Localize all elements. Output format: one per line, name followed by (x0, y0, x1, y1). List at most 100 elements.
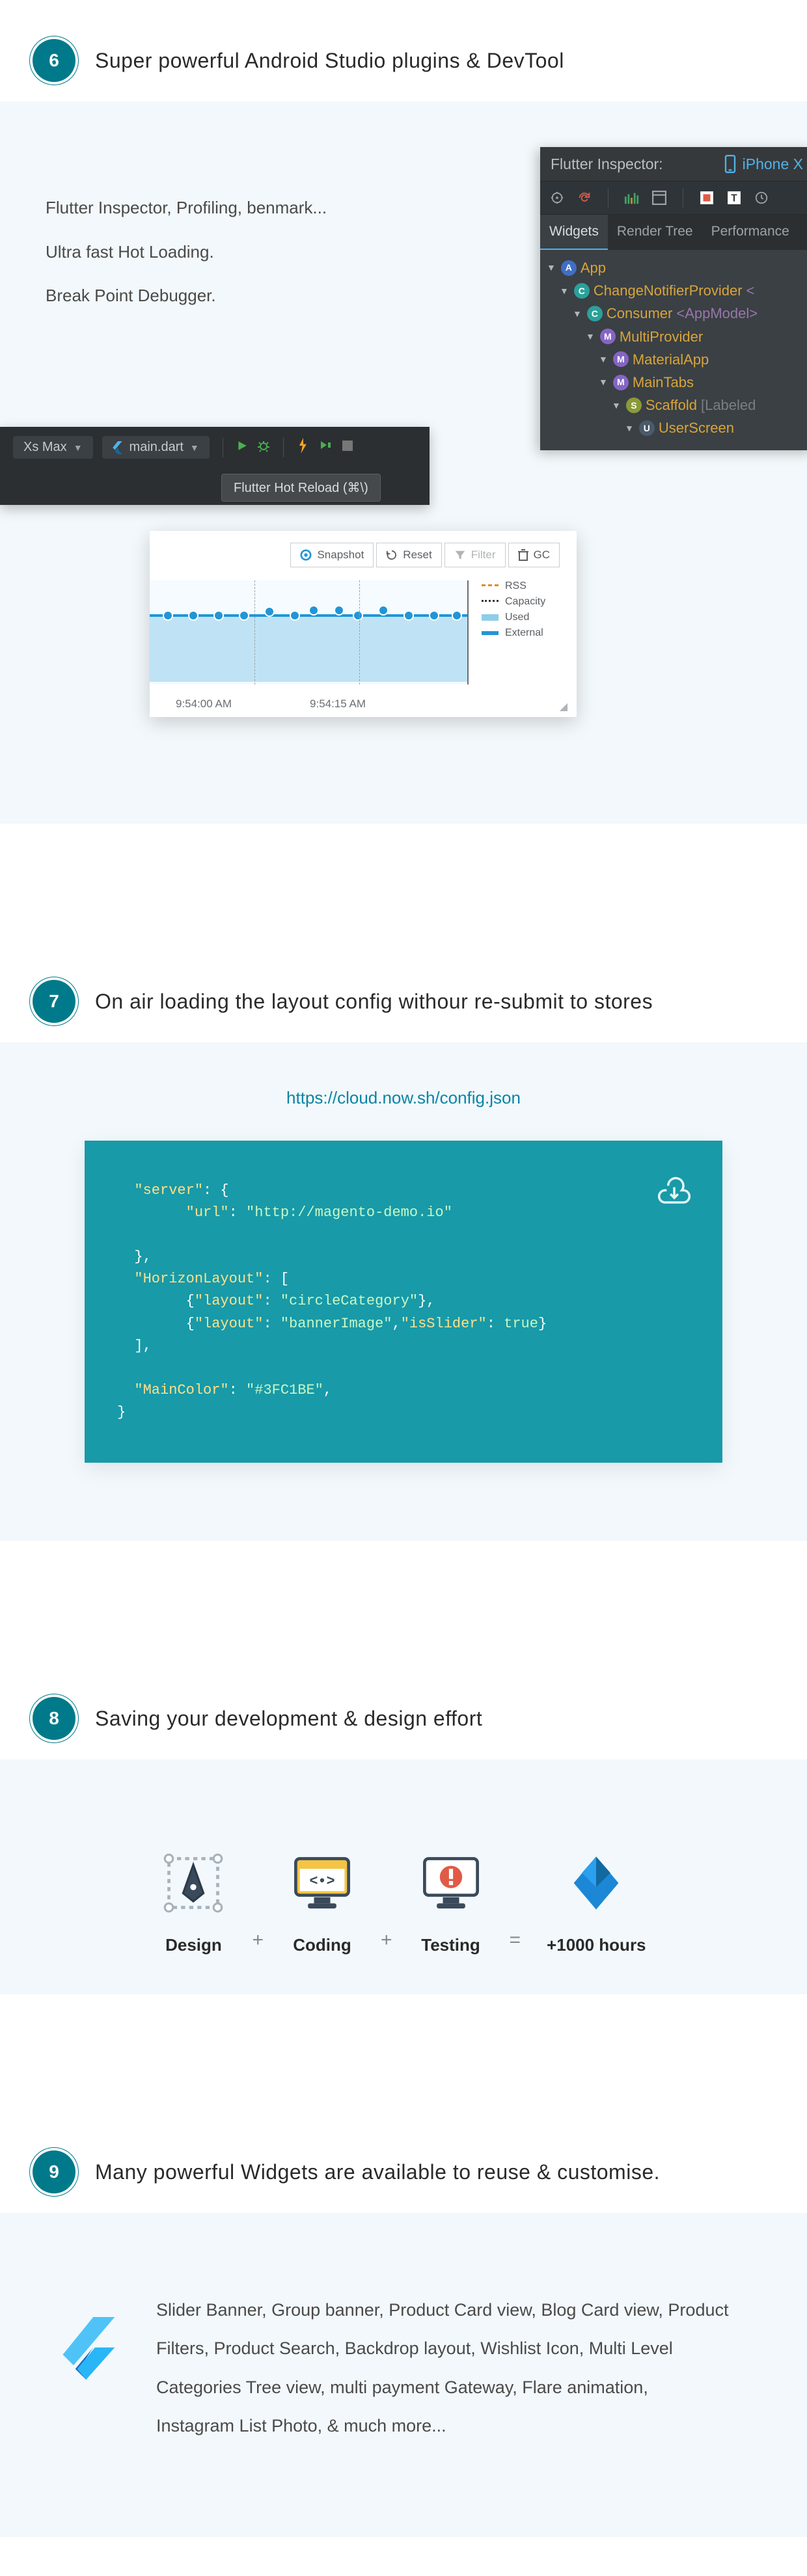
chart-point (264, 606, 275, 617)
tab-performance[interactable]: Performance (702, 215, 799, 250)
filter-button[interactable]: Filter (445, 543, 506, 567)
filter-icon (454, 549, 466, 561)
inspector-tabs: Widgets Render Tree Performance (540, 215, 807, 250)
legend-label: Used (505, 612, 529, 623)
effort-label: Testing (421, 1935, 480, 1955)
run-config-dropdown[interactable]: main.dart▼ (102, 436, 210, 459)
attach-icon[interactable] (319, 439, 333, 456)
tab-widgets[interactable]: Widgets (540, 215, 608, 250)
snapshot-button[interactable]: Snapshot (290, 543, 374, 567)
legend-item: Capacity (482, 596, 560, 608)
phone-icon (724, 155, 736, 173)
profiler-toolbar: Snapshot Reset Filter GC (150, 543, 566, 567)
code-key: "url" (186, 1204, 229, 1221)
section-8-body: Design + <•> Coding + Testing = +1000 ho… (0, 1759, 807, 1994)
node-badge: M (600, 329, 616, 344)
profiler-panel: Snapshot Reset Filter GC (150, 531, 577, 717)
section-6-body: Flutter Inspector, Profiling, benmark...… (0, 102, 807, 824)
section-7-body: https://cloud.now.sh/config.json "server… (0, 1042, 807, 1541)
section-9: 9 Many powerful Widgets are available to… (0, 2111, 807, 2537)
button-label: Snapshot (317, 549, 364, 562)
expand-icon[interactable]: ▼ (599, 352, 608, 366)
node-name: MaterialApp (633, 348, 709, 371)
device-label: Xs Max (23, 440, 67, 455)
tree-node[interactable]: ▼ M MultiProvider (547, 325, 807, 348)
stop-icon[interactable] (342, 440, 353, 455)
locate-icon[interactable] (549, 190, 565, 206)
node-badge: C (587, 306, 603, 321)
time-tick: 9:54:15 AM (310, 698, 366, 711)
device-dropdown[interactable]: Xs Max▼ (13, 436, 93, 459)
inspector-titlebar: Flutter Inspector: iPhone X (540, 147, 807, 181)
legend-swatch (482, 584, 499, 589)
section-number-badge: 8 (33, 1697, 75, 1740)
legend-swatch (482, 631, 499, 635)
tab-render-tree[interactable]: Render Tree (608, 215, 702, 250)
tree-node[interactable]: ▼ M MainTabs (547, 371, 807, 394)
debug-icon[interactable] (257, 439, 270, 456)
svg-text:T: T (731, 193, 737, 204)
tree-node[interactable]: ▼C ChangeNotifierProvider < (547, 279, 807, 302)
plus-symbol: + (381, 1929, 392, 1951)
download-icon[interactable] (656, 1171, 692, 1215)
trash-icon (518, 549, 528, 561)
tree-node[interactable]: ▼C Consumer <AppModel> (547, 302, 807, 325)
tree-node[interactable]: ▼S Scaffold [Labeled (547, 394, 807, 416)
expand-icon[interactable]: ▼ (625, 421, 634, 435)
run-toolbar-row: Xs Max▼ main.dart▼ (13, 436, 417, 459)
resize-handle-icon[interactable]: ◢ (560, 700, 568, 713)
node-name: Scaffold (646, 394, 697, 416)
perf-bars-icon[interactable] (624, 190, 640, 206)
refresh-icon[interactable] (577, 190, 592, 206)
node-badge: A (561, 260, 577, 276)
code-value: "http://magento-demo.io" (246, 1204, 452, 1221)
clock-icon[interactable] (754, 190, 769, 206)
text-icon[interactable]: T (726, 190, 742, 206)
section-header: 6 Super powerful Android Studio plugins … (0, 0, 807, 102)
hot-reload-icon[interactable] (297, 438, 310, 457)
expand-icon[interactable]: ▼ (599, 375, 608, 389)
code-key: "layout" (195, 1316, 264, 1332)
expand-icon[interactable]: ▼ (612, 398, 621, 413)
code-key: "isSlider" (401, 1316, 487, 1332)
tree-node[interactable]: ▼U UserScreen (547, 416, 807, 439)
node-name: UserScreen (659, 416, 734, 439)
reset-button[interactable]: Reset (376, 543, 441, 567)
legend-label: External (505, 627, 543, 639)
effort-design: Design (161, 1851, 226, 1955)
gc-button[interactable]: GC (508, 543, 560, 567)
layout-icon[interactable] (651, 190, 667, 206)
inspector-title: Flutter Inspector: (551, 156, 663, 173)
run-config-label: main.dart (130, 440, 184, 455)
device-selector[interactable]: iPhone X (724, 155, 803, 173)
inspector-toolbar: T (540, 181, 807, 215)
baseline-icon[interactable] (699, 190, 715, 206)
expand-icon[interactable]: ▼ (586, 329, 595, 344)
hot-reload-tooltip: Flutter Hot Reload (⌘\) (221, 474, 381, 502)
expand-icon[interactable]: ▼ (547, 260, 556, 275)
section-header: 7 On air loading the layout config witho… (0, 941, 807, 1042)
pen-icon (161, 1851, 226, 1916)
flutter-inspector-panel: Flutter Inspector: iPhone X T Widgets (540, 147, 807, 450)
node-badge: M (613, 375, 629, 390)
button-label: GC (534, 549, 551, 562)
expand-icon[interactable]: ▼ (560, 284, 569, 298)
code-value: "circleCategory" (280, 1293, 418, 1309)
run-icon[interactable] (236, 440, 248, 455)
node-name: MultiProvider (620, 325, 703, 348)
code-block: "server": { "url": "http://magento-demo.… (85, 1141, 722, 1463)
ide-run-toolbar: Xs Max▼ main.dart▼ Flutter Hot Reload (⌘… (0, 427, 430, 505)
plus-symbol: + (252, 1929, 264, 1951)
section-8: 8 Saving your development & design effor… (0, 1658, 807, 1994)
chart-point (213, 610, 224, 621)
node-name: Consumer (607, 302, 672, 325)
expand-icon[interactable]: ▼ (573, 306, 582, 321)
tree-node[interactable]: ▼M MaterialApp (547, 348, 807, 371)
monitor-alert-icon (418, 1851, 484, 1916)
button-label: Filter (471, 549, 496, 562)
node-name: MainTabs (633, 371, 694, 394)
legend-item: RSS (482, 580, 560, 592)
chart-point (404, 610, 414, 621)
tree-node[interactable]: ▼A App (547, 256, 807, 279)
config-url-link[interactable]: https://cloud.now.sh/config.json (85, 1088, 722, 1108)
